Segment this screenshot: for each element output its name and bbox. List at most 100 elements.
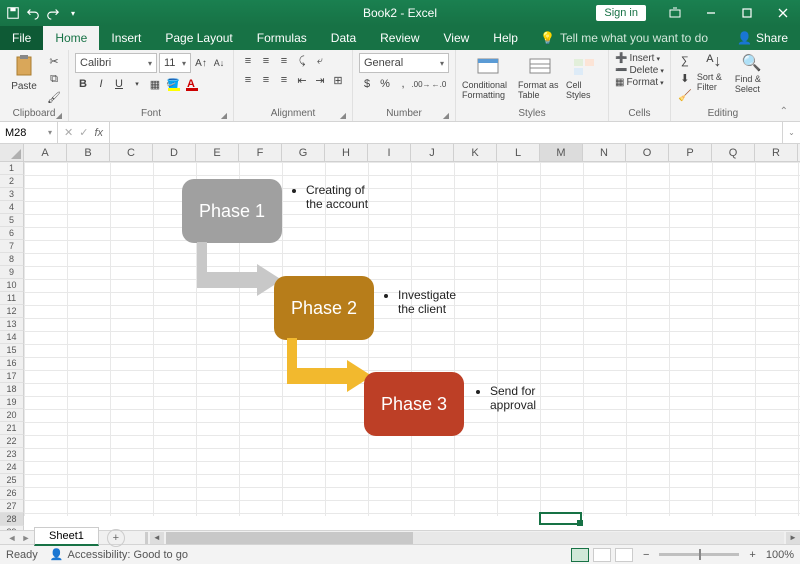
clear-icon[interactable]: 🧹 xyxy=(677,87,693,103)
column-header-C[interactable]: C xyxy=(110,144,153,161)
close-icon[interactable] xyxy=(766,0,800,26)
phase3-bullets[interactable]: Send for approval xyxy=(476,384,556,412)
row-header-20[interactable]: 20 xyxy=(0,409,24,422)
zoom-out-icon[interactable]: − xyxy=(643,549,649,561)
percent-format-icon[interactable]: % xyxy=(377,76,393,92)
save-icon[interactable] xyxy=(6,6,20,20)
find-select-button[interactable]: 🔍Find & Select xyxy=(735,53,769,95)
column-header-K[interactable]: K xyxy=(454,144,497,161)
page-break-view-icon[interactable] xyxy=(615,548,633,562)
decrease-font-icon[interactable]: A↓ xyxy=(211,55,227,71)
number-dialog-icon[interactable]: ◢ xyxy=(443,111,449,120)
expand-formula-bar-icon[interactable]: ⌄ xyxy=(782,122,800,143)
align-center-icon[interactable]: ≡ xyxy=(258,72,274,88)
smartart-phase1[interactable]: Phase 1 xyxy=(182,179,282,243)
font-dialog-icon[interactable]: ◢ xyxy=(221,111,227,120)
underline-dropdown-icon[interactable]: ▾ xyxy=(129,76,145,92)
column-header-R[interactable]: R xyxy=(755,144,798,161)
smartart-phase2[interactable]: Phase 2 xyxy=(274,276,374,340)
accounting-format-icon[interactable]: $ xyxy=(359,76,375,92)
row-header-3[interactable]: 3 xyxy=(0,188,24,201)
column-header-F[interactable]: F xyxy=(239,144,282,161)
tab-data[interactable]: Data xyxy=(319,26,368,50)
wrap-text-icon[interactable]: ⤶ xyxy=(312,53,328,69)
orientation-icon[interactable]: ⤹ xyxy=(294,53,310,69)
decrease-indent-icon[interactable]: ⇤ xyxy=(294,72,310,88)
phase1-bullets[interactable]: Creating of the account xyxy=(292,183,372,211)
column-header-Q[interactable]: Q xyxy=(712,144,755,161)
column-header-H[interactable]: H xyxy=(325,144,368,161)
sheet-tab-sheet1[interactable]: Sheet1 xyxy=(34,527,99,546)
insert-cells-button[interactable]: ➕Insert▾ xyxy=(615,53,660,64)
tab-home[interactable]: Home xyxy=(43,26,99,50)
cut-icon[interactable]: ✂ xyxy=(46,53,62,69)
column-header-J[interactable]: J xyxy=(411,144,454,161)
add-sheet-button[interactable]: + xyxy=(107,529,125,547)
increase-decimal-icon[interactable]: .00→ xyxy=(413,76,429,92)
column-header-A[interactable]: A xyxy=(24,144,67,161)
qat-customize-icon[interactable]: ▾ xyxy=(66,6,80,20)
autosum-icon[interactable]: ∑ xyxy=(677,53,693,69)
row-header-4[interactable]: 4 xyxy=(0,201,24,214)
cells-area[interactable]: Phase 1 Creating of the account Phase 2 … xyxy=(24,162,800,516)
column-header-L[interactable]: L xyxy=(497,144,540,161)
copy-icon[interactable]: ⧉ xyxy=(46,71,62,87)
tab-insert[interactable]: Insert xyxy=(99,26,153,50)
maximize-icon[interactable] xyxy=(730,0,764,26)
row-header-11[interactable]: 11 xyxy=(0,292,24,305)
tab-review[interactable]: Review xyxy=(368,26,431,50)
row-header-29[interactable]: 29 xyxy=(0,526,24,530)
tab-file[interactable]: File xyxy=(0,26,43,50)
row-header-26[interactable]: 26 xyxy=(0,487,24,500)
increase-indent-icon[interactable]: ⇥ xyxy=(312,72,328,88)
align-left-icon[interactable]: ≡ xyxy=(240,72,256,88)
hscroll-right-icon[interactable]: ► xyxy=(786,532,800,544)
row-header-28[interactable]: 28 xyxy=(0,513,24,526)
row-header-21[interactable]: 21 xyxy=(0,422,24,435)
column-header-P[interactable]: P xyxy=(669,144,712,161)
tell-me[interactable]: 💡 Tell me what you want to do xyxy=(530,26,718,50)
zoom-slider[interactable] xyxy=(659,553,739,556)
row-header-1[interactable]: 1 xyxy=(0,162,24,175)
row-header-27[interactable]: 27 xyxy=(0,500,24,513)
tab-page-layout[interactable]: Page Layout xyxy=(153,26,244,50)
paste-button[interactable]: Paste xyxy=(6,53,42,92)
row-header-19[interactable]: 19 xyxy=(0,396,24,409)
decrease-decimal-icon[interactable]: ←.0 xyxy=(431,76,447,92)
row-header-9[interactable]: 9 xyxy=(0,266,24,279)
column-header-B[interactable]: B xyxy=(67,144,110,161)
column-header-O[interactable]: O xyxy=(626,144,669,161)
delete-cells-button[interactable]: ➖Delete▾ xyxy=(615,65,664,76)
row-header-25[interactable]: 25 xyxy=(0,474,24,487)
row-header-12[interactable]: 12 xyxy=(0,305,24,318)
row-header-2[interactable]: 2 xyxy=(0,175,24,188)
insert-function-icon[interactable]: fx xyxy=(94,127,103,139)
fill-color-button[interactable]: 🪣 xyxy=(165,76,181,92)
sheet-nav-next-icon[interactable]: ► xyxy=(20,533,32,543)
tab-view[interactable]: View xyxy=(432,26,482,50)
zoom-in-icon[interactable]: + xyxy=(749,549,755,561)
row-header-13[interactable]: 13 xyxy=(0,318,24,331)
smartart-phase3[interactable]: Phase 3 xyxy=(364,372,464,436)
column-header-M[interactable]: M xyxy=(540,144,583,161)
sheet-nav-prev-icon[interactable]: ◄ xyxy=(6,533,18,543)
accessibility-status[interactable]: 👤 Accessibility: Good to go xyxy=(50,548,188,561)
merge-center-icon[interactable]: ⊞ xyxy=(330,72,346,88)
column-header-G[interactable]: G xyxy=(282,144,325,161)
row-header-18[interactable]: 18 xyxy=(0,383,24,396)
align-middle-icon[interactable]: ≡ xyxy=(258,53,274,69)
worksheet-grid[interactable]: ABCDEFGHIJKLMNOPQR 123456789101112131415… xyxy=(0,144,800,530)
hscroll-thumb[interactable] xyxy=(166,532,413,544)
collapse-ribbon-icon[interactable]: ⌃ xyxy=(775,50,793,121)
row-header-6[interactable]: 6 xyxy=(0,227,24,240)
row-header-8[interactable]: 8 xyxy=(0,253,24,266)
share-button[interactable]: 👤 Share xyxy=(725,26,800,50)
fill-icon[interactable]: ⬇ xyxy=(677,70,693,86)
comma-format-icon[interactable]: , xyxy=(395,76,411,92)
column-header-I[interactable]: I xyxy=(368,144,411,161)
row-header-15[interactable]: 15 xyxy=(0,344,24,357)
clipboard-dialog-icon[interactable]: ◢ xyxy=(56,111,62,120)
select-all-button[interactable] xyxy=(0,144,24,161)
border-button[interactable]: ▦ xyxy=(147,76,163,92)
phase2-bullets[interactable]: Investigate the client xyxy=(384,288,474,316)
